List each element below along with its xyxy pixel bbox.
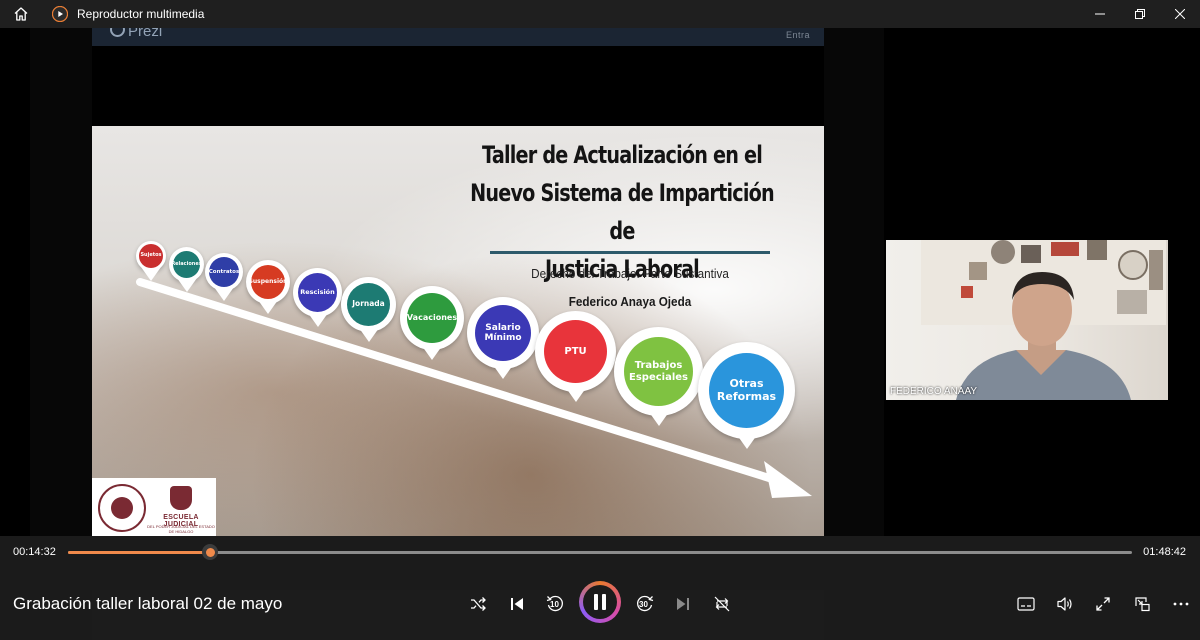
total-duration: 01:48:42 <box>1143 546 1186 558</box>
previous-icon <box>509 596 525 612</box>
webcam-feed: FEDERICO ANAAY <box>886 240 1168 400</box>
restore-icon <box>1135 9 1145 19</box>
topic-pin: Rescisión <box>293 268 342 329</box>
fullscreen-button[interactable] <box>1091 592 1115 616</box>
restore-button[interactable] <box>1120 0 1160 28</box>
skip-forward-button[interactable]: 30 <box>633 592 657 616</box>
next-button[interactable] <box>671 592 695 616</box>
shuffle-icon <box>469 595 487 613</box>
close-button[interactable] <box>1160 0 1200 28</box>
participant-silhouette <box>956 272 1131 400</box>
mini-player-icon <box>1134 596 1150 612</box>
topic-pin: Suspensión <box>246 260 290 316</box>
repeat-off-icon <box>713 595 731 613</box>
topic-pin: PTU <box>535 311 616 404</box>
topic-label: Jornada <box>347 283 390 326</box>
seek-bar[interactable] <box>68 544 1132 560</box>
title-bar: Reproductor multimedia <box>0 0 1200 28</box>
seek-bar-progress <box>68 551 211 554</box>
topic-label: Contratos <box>209 257 239 287</box>
topic-label: Vacaciones <box>407 293 457 343</box>
topic-pin: Salario Mínimo <box>467 297 539 381</box>
judicial-seal-logo <box>98 484 146 532</box>
minimize-button[interactable] <box>1080 0 1120 28</box>
close-icon <box>1175 9 1185 19</box>
more-options-button[interactable] <box>1169 592 1193 616</box>
skip-back-button[interactable]: 10 <box>543 592 567 616</box>
topic-label: Salario Mínimo <box>475 305 531 361</box>
topic-label: Suspensión <box>249 265 287 299</box>
presentation-slide: Taller de Actualización en el Nuevo Sist… <box>92 126 824 536</box>
topic-pin: Relaciones <box>169 247 204 294</box>
topic-pin: Jornada <box>341 277 396 344</box>
skip-back-seconds: 10 <box>550 600 559 609</box>
home-button[interactable] <box>0 0 42 28</box>
screen-share-margin-left <box>30 28 92 536</box>
institution-logos: ESCUELA JUDICIAL DEL PODER JUDICIAL DEL … <box>92 478 216 536</box>
topic-label: PTU <box>544 320 607 383</box>
video-surface[interactable]: Prezi Entra Taller de Actualización en e… <box>0 22 1200 536</box>
prezi-entra-link: Entra <box>785 30 810 40</box>
current-time: 00:14:32 <box>13 546 56 558</box>
topic-pin: Otras Reformas <box>698 342 795 451</box>
skip-back-10-icon: 10 <box>545 594 565 614</box>
previous-button[interactable] <box>505 592 529 616</box>
skip-forward-30-icon: 30 <box>635 594 655 614</box>
home-icon <box>13 6 29 22</box>
school-subtitle: DEL PODER JUDICIAL DEL ESTADO DE HIDALGO <box>147 524 215 534</box>
volume-icon <box>1056 596 1074 612</box>
volume-button[interactable] <box>1053 592 1077 616</box>
escuela-judicial-logo <box>170 486 192 510</box>
topic-pin: Contratos <box>205 253 243 303</box>
skip-forward-seconds: 30 <box>639 600 648 609</box>
topic-label: Sujetos <box>139 244 163 268</box>
topic-pin: Vacaciones <box>400 286 464 362</box>
media-player-icon <box>52 6 68 22</box>
topic-label: Relaciones <box>171 251 202 278</box>
next-icon <box>675 596 691 612</box>
topic-label: Rescisión <box>298 273 337 312</box>
prezi-toolbar: Prezi Entra <box>92 22 824 46</box>
seek-bar-thumb[interactable] <box>202 544 219 560</box>
app-title: Reproductor multimedia <box>77 7 205 21</box>
pause-icon <box>592 593 608 611</box>
topic-label: Otras Reformas <box>709 353 784 428</box>
screen-share-margin-right <box>824 28 884 536</box>
subtitles-icon <box>1017 597 1035 611</box>
shuffle-button[interactable] <box>466 592 490 616</box>
more-icon <box>1173 602 1189 606</box>
play-pause-button[interactable] <box>579 581 621 623</box>
subtitles-button[interactable] <box>1014 592 1038 616</box>
repeat-button[interactable] <box>710 592 734 616</box>
topic-pin: Sujetos <box>136 241 166 283</box>
media-title: Grabación taller laboral 02 de mayo <box>13 594 283 613</box>
topic-pin: Trabajos Especiales <box>614 327 703 428</box>
topic-label: Trabajos Especiales <box>624 337 693 406</box>
participant-name-label: FEDERICO ANAAY <box>890 386 978 397</box>
minimize-icon <box>1095 9 1105 19</box>
fullscreen-icon <box>1095 596 1111 612</box>
mini-player-button[interactable] <box>1130 592 1154 616</box>
player-controls: 00:14:32 01:48:42 Grabación taller labor… <box>0 536 1200 640</box>
